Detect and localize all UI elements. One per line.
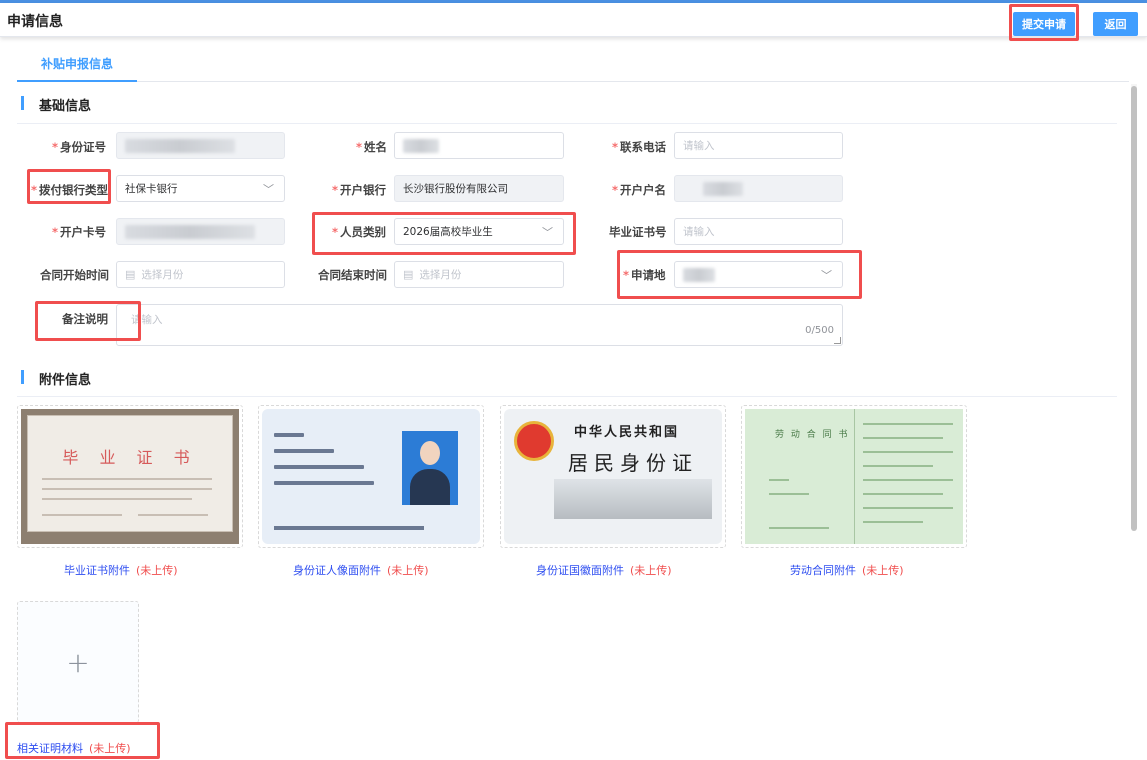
name-field[interactable] xyxy=(394,132,564,159)
id-front-preview-image xyxy=(262,409,480,544)
remark-label: 备注说明 xyxy=(62,312,108,326)
national-emblem-icon xyxy=(514,421,554,461)
plus-icon: + xyxy=(66,645,90,679)
page-title: 申请信息 xyxy=(7,14,63,30)
apply-place-label: * 申请地 xyxy=(623,268,666,282)
section-title-attachments: 附件信息 xyxy=(21,369,91,388)
chevron-down-icon: ﹀ xyxy=(821,269,832,282)
section-divider xyxy=(17,123,1117,124)
scrollbar-thumb[interactable] xyxy=(1131,86,1137,531)
open-bank-label: * 开户银行 xyxy=(332,183,387,197)
id-front-upload-card[interactable] xyxy=(258,405,484,548)
back-button[interactable]: 返回 xyxy=(1093,12,1138,36)
name-label: * 姓名 xyxy=(356,140,388,154)
diploma-caption[interactable]: 毕业证书附件 (未上传) xyxy=(64,562,178,578)
resize-handle[interactable] xyxy=(834,337,841,344)
phone-input[interactable]: 请输入 xyxy=(674,132,843,159)
tab-bar: 补贴申报信息 xyxy=(17,46,1129,82)
card-number-field xyxy=(116,218,285,245)
page-header: 申请信息 提交申请 返回 xyxy=(0,3,1147,37)
add-attachment-button[interactable]: + xyxy=(17,601,139,723)
contract-end-picker[interactable]: ▤ 选择月份 xyxy=(394,261,564,288)
cert-number-label: 毕业证书号 xyxy=(609,225,667,239)
diploma-upload-card[interactable]: 毕 业 证 书 xyxy=(17,405,243,548)
tab-subsidy-info[interactable]: 补贴申报信息 xyxy=(17,46,137,82)
contract-preview-image: 劳 动 合 同 书 xyxy=(745,409,963,544)
person-type-label: * 人员类别 xyxy=(332,225,387,239)
id-front-caption[interactable]: 身份证人像面附件 (未上传) xyxy=(293,562,429,578)
card-number-label: * 开户卡号 xyxy=(52,225,107,239)
section-divider xyxy=(17,396,1117,397)
id-back-upload-card[interactable]: 中华人民共和国 居民身份证 xyxy=(500,405,726,548)
submit-application-button[interactable]: 提交申请 xyxy=(1013,12,1075,36)
remark-textarea[interactable]: 请输入 0/500 xyxy=(116,304,843,346)
id-back-caption[interactable]: 身份证国徽面附件 (未上传) xyxy=(536,562,672,578)
contract-start-label: 合同开始时间 xyxy=(40,268,109,282)
calendar-icon: ▤ xyxy=(125,268,136,281)
contract-end-label: 合同结束时间 xyxy=(318,268,387,282)
bank-type-label: * 拨付银行类型 xyxy=(31,183,109,197)
id-number-field xyxy=(116,132,285,159)
bank-type-select[interactable]: 社保卡银行 ﹀ xyxy=(116,175,285,202)
diploma-preview-image: 毕 业 证 书 xyxy=(21,409,239,544)
contract-start-picker[interactable]: ▤ 选择月份 xyxy=(116,261,285,288)
account-name-field xyxy=(674,175,843,202)
chevron-down-icon: ﹀ xyxy=(542,226,553,239)
chevron-down-icon: ﹀ xyxy=(263,183,274,196)
section-title-basic: 基础信息 xyxy=(21,95,91,114)
person-type-select[interactable]: 2026届高校毕业生 ﹀ xyxy=(394,218,564,245)
cert-number-input[interactable]: 请输入 xyxy=(674,218,843,245)
phone-label: * 联系电话 xyxy=(612,140,667,154)
open-bank-field: 长沙银行股份有限公司 xyxy=(394,175,564,202)
id-back-preview-image: 中华人民共和国 居民身份证 xyxy=(504,409,722,544)
contract-upload-card[interactable]: 劳 动 合 同 书 xyxy=(741,405,967,548)
char-counter: 0/500 xyxy=(805,325,834,336)
portrait-photo xyxy=(402,431,458,505)
apply-place-select[interactable]: ﹀ xyxy=(674,261,843,288)
account-name-label: * 开户户名 xyxy=(612,183,667,197)
id-number-label: * 身份证号 xyxy=(52,140,107,154)
calendar-icon: ▤ xyxy=(403,268,414,281)
related-proof-caption[interactable]: 相关证明材料 (未上传) xyxy=(17,740,131,756)
contract-caption[interactable]: 劳动合同附件 (未上传) xyxy=(790,562,904,578)
